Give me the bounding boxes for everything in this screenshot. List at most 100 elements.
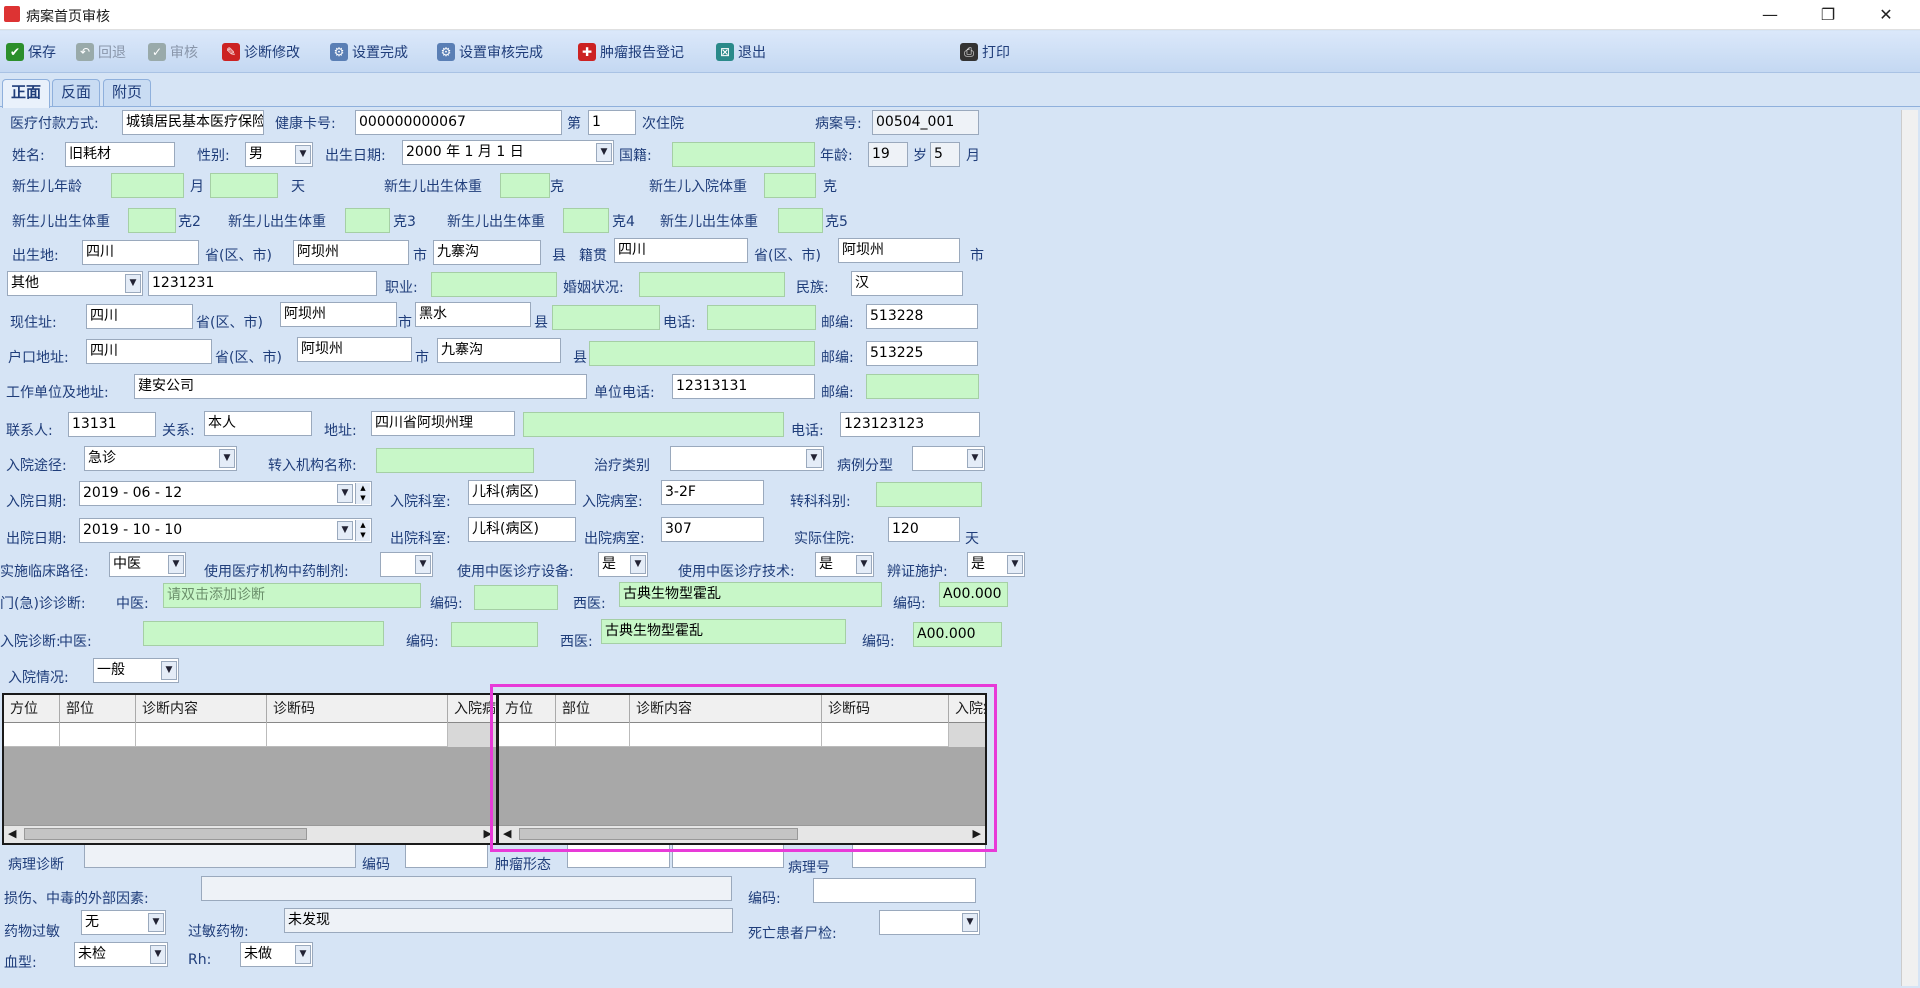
id-type-select[interactable]: 其他 ▼: [7, 271, 143, 296]
table-cell[interactable]: [60, 723, 136, 747]
disc-dept-field[interactable]: 儿科(病区): [468, 517, 576, 542]
maximize-button[interactable]: ❐: [1816, 4, 1840, 26]
los-field[interactable]: 120: [888, 517, 960, 542]
nb-admit-weight-field[interactable]: [764, 173, 816, 198]
marital-field[interactable]: [639, 272, 785, 297]
nth-field[interactable]: 1: [588, 110, 636, 135]
horizontal-scrollbar[interactable]: ◀ ▶: [4, 825, 496, 843]
op-tcm-code-field[interactable]: [474, 585, 558, 610]
transfer-dept-field[interactable]: [876, 482, 982, 507]
case-type-select[interactable]: ▼: [912, 446, 985, 471]
sex-select[interactable]: 男 ▼: [245, 142, 313, 167]
treat-type-select[interactable]: ▼: [670, 446, 824, 471]
birth-county-field[interactable]: 九寨沟: [433, 240, 541, 265]
scroll-left-icon[interactable]: ◀: [8, 827, 16, 840]
chevron-down-icon[interactable]: ▼: [337, 521, 353, 540]
injury-field[interactable]: [201, 876, 732, 901]
table-cell[interactable]: [136, 723, 267, 747]
path-code-field[interactable]: [405, 843, 488, 868]
toolbar-button-2[interactable]: ✓ 审核: [148, 41, 198, 63]
chevron-down-icon[interactable]: ▼: [962, 913, 978, 932]
cur-zip-field[interactable]: 513228: [866, 304, 978, 329]
op-tcm-field[interactable]: 请双击添加诊断: [163, 583, 421, 608]
rh-select[interactable]: 未做 ▼: [240, 942, 313, 967]
toolbar-button-5[interactable]: ⚙ 设置审核完成: [437, 41, 543, 63]
table-cell[interactable]: [4, 723, 60, 747]
admit-tcm-field[interactable]: [143, 621, 384, 646]
work-zip-field[interactable]: [866, 374, 979, 399]
spin-icon[interactable]: ▲ ▼: [355, 483, 370, 504]
payment-field[interactable]: 城镇居民基本医疗保险: [122, 110, 264, 135]
nb-weight-field-5[interactable]: [778, 208, 823, 233]
contact-field[interactable]: 13131: [68, 412, 156, 437]
admit-wm-field[interactable]: 古典生物型霍乱: [601, 619, 846, 644]
toolbar-button-7[interactable]: ⊠ 退出: [716, 41, 766, 63]
diagnosis-grid-left[interactable]: 方位 部位 诊断内容 诊断码 入院病 ◀ ▶: [2, 693, 498, 845]
chevron-down-icon[interactable]: ▼: [596, 143, 612, 162]
blood-select[interactable]: 未检 ▼: [74, 942, 168, 967]
toolbar-button-3[interactable]: ✎ 诊断修改: [222, 41, 300, 63]
chevron-down-icon[interactable]: ▼: [1007, 555, 1023, 574]
nb-weight-field-2[interactable]: [128, 208, 176, 233]
column-header[interactable]: 诊断码: [267, 695, 448, 723]
case-no-field[interactable]: 00504_001: [872, 110, 979, 135]
dob-picker[interactable]: 2000 年 1 月 1 日 ▼: [402, 140, 614, 165]
chevron-down-icon[interactable]: ▼: [295, 945, 311, 964]
chevron-down-icon[interactable]: ▼: [161, 661, 177, 680]
admit-date-picker[interactable]: 2019 - 06 - 12 ▼ ▲ ▼: [79, 481, 372, 506]
cur-county-field[interactable]: 黑水: [415, 302, 531, 327]
nb-weight-field-4[interactable]: [563, 208, 609, 233]
birth-city-field[interactable]: 阿坝州: [293, 240, 409, 265]
column-header[interactable]: 诊断内容: [136, 695, 267, 723]
newborn-age-month[interactable]: [111, 173, 184, 198]
column-header[interactable]: 方位: [4, 695, 60, 723]
contact-addr-extra[interactable]: [523, 412, 784, 437]
chevron-down-icon[interactable]: ▼: [967, 449, 983, 468]
autopsy-select[interactable]: ▼: [879, 910, 980, 935]
chevron-down-icon[interactable]: ▼: [295, 145, 311, 164]
admit-dept-field[interactable]: 儿科(病区): [468, 480, 576, 505]
minimize-button[interactable]: —: [1758, 4, 1782, 26]
column-header[interactable]: 部位: [60, 695, 136, 723]
table-cell[interactable]: [267, 723, 448, 747]
admit-code-field[interactable]: A00.000: [913, 622, 1002, 647]
chevron-down-icon[interactable]: ▼: [168, 555, 184, 574]
newborn-age-day[interactable]: [210, 173, 278, 198]
admit-tcm-code-field[interactable]: [451, 622, 538, 647]
reg-city-field[interactable]: 阿坝州: [297, 337, 412, 362]
toolbar-button-1[interactable]: ↶ 回退: [76, 41, 126, 63]
syndrome-select[interactable]: 是 ▼: [967, 552, 1025, 577]
chevron-down-icon[interactable]: ▼: [219, 449, 235, 468]
id-number-field[interactable]: 1231231: [148, 271, 377, 296]
age-month-field[interactable]: 5: [930, 142, 960, 167]
table-row[interactable]: [4, 723, 496, 747]
contact-addr-field[interactable]: 四川省阿坝州理: [371, 411, 515, 436]
chevron-down-icon[interactable]: ▼: [806, 449, 822, 468]
cur-county-extra[interactable]: [552, 305, 660, 330]
chevron-down-icon[interactable]: ▼: [148, 913, 164, 932]
native-city-field[interactable]: 阿坝州: [838, 238, 960, 263]
transfer-in-field[interactable]: [376, 448, 534, 473]
age-field[interactable]: 19: [868, 142, 908, 167]
toolbar-button-4[interactable]: ⚙ 设置完成: [330, 41, 408, 63]
spin-icon[interactable]: ▲ ▼: [355, 520, 370, 541]
admit-route-select[interactable]: 急诊 ▼: [84, 446, 237, 471]
tcm-equip-select[interactable]: 是 ▼: [598, 552, 648, 577]
cur-province-field[interactable]: 四川: [86, 304, 193, 329]
birth-province-field[interactable]: 四川: [82, 240, 199, 265]
toolbar-button-6[interactable]: ✚ 肿瘤报告登记: [578, 41, 684, 63]
relation-field[interactable]: 本人: [204, 411, 312, 436]
toolbar-button-0[interactable]: ✔ 保存: [6, 41, 56, 63]
reg-province-field[interactable]: 四川: [86, 339, 212, 364]
chevron-down-icon[interactable]: ▼: [630, 555, 646, 574]
admit-ward-field[interactable]: 3-2F: [661, 480, 764, 505]
reg-zip-field[interactable]: 513225: [866, 341, 978, 366]
contact-phone-field[interactable]: 123123123: [840, 412, 980, 437]
nationality-field[interactable]: [672, 142, 815, 167]
allergy-select[interactable]: 无 ▼: [81, 910, 166, 935]
job-field[interactable]: [431, 272, 557, 297]
chevron-down-icon[interactable]: ▼: [125, 274, 141, 293]
close-button[interactable]: ✕: [1874, 4, 1898, 26]
tab-back[interactable]: 反面: [52, 79, 101, 106]
chevron-down-icon[interactable]: ▼: [150, 945, 166, 964]
